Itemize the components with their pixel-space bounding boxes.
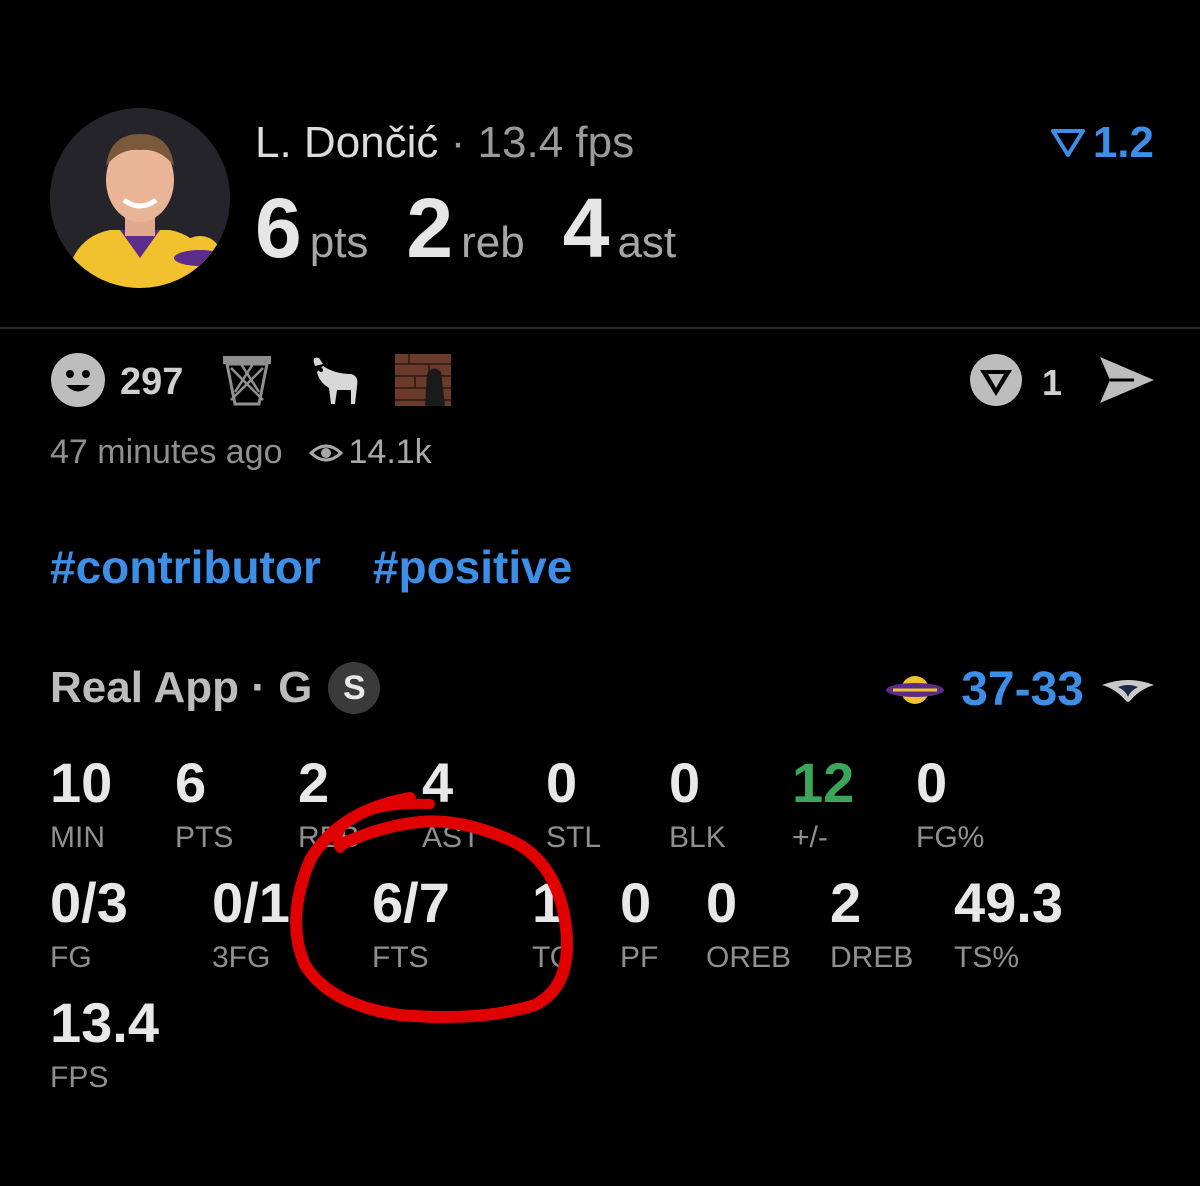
stat-value: 0 <box>706 871 738 934</box>
stat-label: PF <box>620 941 659 974</box>
starter-badge: S <box>328 662 381 714</box>
stat-min: 10 MIN <box>50 755 112 855</box>
stat-label: PTS <box>175 821 234 854</box>
header-separator: · <box>438 118 478 167</box>
stat-dreb: 2 DREB <box>830 875 913 975</box>
player-header: L. Dončić · 13.4 fps <box>255 118 634 168</box>
big-stat-rebounds-unit: reb <box>461 218 525 267</box>
stat-label: DREB <box>830 941 914 974</box>
stat-value: 12 <box>792 751 855 814</box>
stat-oreb: 0 OREB <box>706 875 791 975</box>
stat-value: 13.4 <box>50 991 159 1054</box>
stat-blk: 0 BLK <box>669 755 726 855</box>
game-score[interactable]: 37-33 <box>885 662 1156 717</box>
stat-value: 0 <box>916 751 948 814</box>
time-ago: 47 minutes ago <box>50 433 283 471</box>
big-stat-assists-value: 4 <box>562 181 610 275</box>
score-text: 37-33 <box>961 663 1084 716</box>
stat-fps: 13.4 FPS <box>50 995 159 1095</box>
big-stat-rebounds-value: 2 <box>406 181 454 275</box>
stat-label: FG% <box>916 821 985 854</box>
eye-icon <box>308 444 343 461</box>
source-label: Real App · G <box>50 663 313 712</box>
stat-value: 0/3 <box>50 871 128 934</box>
stat-fg-pct: 0 FG% <box>916 755 984 855</box>
stat-label: OREB <box>706 941 792 974</box>
stat-label: MIN <box>50 821 105 854</box>
stat-value: 6 <box>175 751 207 814</box>
lakers-logo-icon <box>886 675 945 704</box>
stat-ts-pct: 49.3 TS% <box>954 875 1063 975</box>
stat-label: +/- <box>792 821 828 854</box>
big-stat-points-unit: pts <box>309 218 369 267</box>
big-stat-points-value: 6 <box>255 181 302 275</box>
tag-positive[interactable]: #positive <box>373 540 572 594</box>
stat-pf: 0 PF <box>620 875 658 975</box>
rating-value: 1.2 <box>1092 118 1154 167</box>
views: 14.1k <box>308 433 432 472</box>
stat-label: 3FG <box>212 941 271 974</box>
meta-row: 47 minutes ago 14.1k <box>50 433 432 472</box>
stat-label: FPS <box>50 1061 109 1094</box>
stat-label: FG <box>50 941 92 974</box>
stat-3fg: 0/1 3FG <box>212 875 290 975</box>
comment-count: 1 <box>1041 361 1062 403</box>
stat-value: 2 <box>830 871 862 934</box>
smile-count: 297 <box>120 361 184 403</box>
reactions-row: 297 <box>50 352 452 413</box>
stat-pts: 6 PTS <box>175 755 233 855</box>
smile-icon[interactable] <box>50 352 106 413</box>
rating-badge[interactable]: 1.2 <box>1050 118 1154 168</box>
player-photo <box>50 108 230 288</box>
player-avatar[interactable] <box>50 108 230 288</box>
tag-contributor[interactable]: #contributor <box>50 540 321 594</box>
stat-label: TS% <box>954 941 1020 974</box>
stat-value: 10 <box>50 751 113 814</box>
stat-value: 0 <box>669 751 701 814</box>
stat-value: 0/1 <box>212 871 290 934</box>
share-send-icon[interactable] <box>1098 355 1156 410</box>
divider <box>0 327 1200 329</box>
v-logo-icon[interactable] <box>968 352 1024 413</box>
fps-label: 13.4 fps <box>477 118 635 167</box>
stat-plus-minus: 12 +/- <box>792 755 854 855</box>
stat-fg: 0/3 FG <box>50 875 128 975</box>
player-name[interactable]: L. Dončić <box>255 118 438 167</box>
rating-arrow-icon <box>1050 129 1085 157</box>
action-icons: 1 <box>968 352 1156 413</box>
basketball-hoop-icon[interactable] <box>219 352 275 413</box>
stat-label: BLK <box>669 821 726 854</box>
stat-value: 49.3 <box>954 871 1063 934</box>
big-stat-line: 6 pts 2 reb 4 ast <box>255 180 714 277</box>
pelicans-logo-icon <box>1102 679 1154 702</box>
stat-value: 0 <box>620 871 652 934</box>
hashtags: #contributor #positive <box>50 540 572 594</box>
big-stat-assists-unit: ast <box>617 218 677 267</box>
photo-thumbnail[interactable] <box>395 354 452 411</box>
goat-icon[interactable] <box>307 352 363 413</box>
source-row: Real App · G S <box>50 662 381 714</box>
red-circle-annotation <box>290 792 573 1023</box>
view-count: 14.1k <box>348 433 432 471</box>
